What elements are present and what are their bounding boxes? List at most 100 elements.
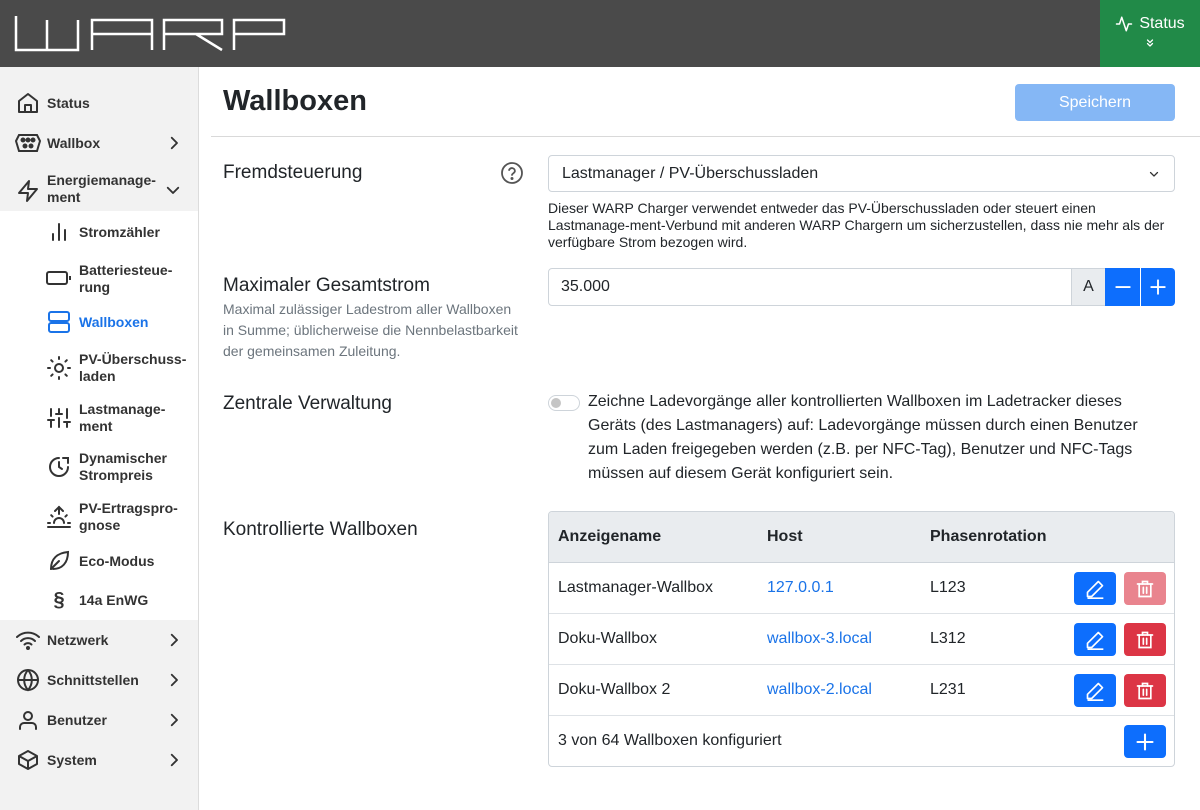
fremdsteuerung-label: Fremdsteuerung [223, 162, 363, 183]
divider [211, 136, 1200, 137]
leaf-icon [46, 548, 72, 574]
edit-button[interactable] [1074, 674, 1116, 707]
sidebar-subitem-label: Stromzähler [79, 224, 160, 240]
increment-button[interactable] [1140, 268, 1175, 306]
wallbox-icon [15, 130, 41, 156]
help-icon[interactable] [500, 161, 524, 185]
plus-icon [1136, 732, 1154, 751]
trash-icon [1136, 580, 1154, 597]
warp-logo [14, 16, 286, 52]
sidebar-subitem-label: Batteriesteue- rung [79, 262, 173, 295]
central-management-switch[interactable] [548, 395, 580, 411]
bar-chart-icon [46, 219, 72, 245]
sidebar-subitem-label: PV-Überschuss- laden [79, 351, 187, 384]
sidebar-subitem-label: 14a EnWG [79, 592, 149, 608]
status-button-label: Status [1139, 15, 1185, 32]
top-bar: Status [0, 0, 1200, 67]
chevrons-down-icon [1146, 39, 1154, 47]
wallbox-rotation: L231 [930, 681, 966, 698]
add-wallbox-button[interactable] [1124, 725, 1166, 758]
sun-icon [46, 355, 72, 381]
wallbox-host-link[interactable]: wallbox-2.local [767, 681, 872, 699]
sidebar: Status Wallbox Energiemanage- ment Strom… [0, 67, 199, 810]
wallbox-host-link[interactable]: 127.0.0.1 [767, 579, 834, 597]
sidebar-item-netzwerk[interactable]: Netzwerk [0, 627, 198, 653]
pencil-icon [1086, 580, 1104, 599]
sidebar-item-status[interactable]: Status [0, 90, 198, 116]
sidebar-item-wallbox[interactable]: Wallbox [0, 130, 198, 156]
wallbox-host-link[interactable]: wallbox-3.local [767, 630, 872, 648]
sidebar-subitem-label: Dynamischer Strompreis [79, 450, 167, 483]
sidebar-subitem-lastmanagement[interactable]: Lastmanage- ment [0, 400, 198, 436]
sidebar-subitem-dynamischer-strompreis[interactable]: Dynamischer Strompreis [0, 449, 198, 485]
wallbox-name: Lastmanager-Wallbox [558, 579, 714, 596]
central-management-text: Zeichne Ladevorgänge aller kontrollierte… [588, 393, 1138, 482]
save-button[interactable]: Speichern [1015, 84, 1175, 121]
column-header: Host [767, 528, 803, 545]
edit-button[interactable] [1074, 623, 1116, 656]
table-row: Doku-Wallbox wallbox-3.local L312 [549, 614, 1174, 665]
edit-button[interactable] [1074, 572, 1116, 605]
sidebar-subitem-pv-ertragsprognose[interactable]: PV-Ertragspro- gnose [0, 499, 198, 535]
wallbox-rotation: L123 [930, 579, 966, 596]
fremdsteuerung-value: Lastmanager / PV-Überschussladen [562, 165, 819, 182]
pencil-icon [1086, 682, 1104, 701]
table-row: Doku-Wallbox 2 wallbox-2.local L231 [549, 665, 1174, 716]
wallbox-rotation: L312 [930, 630, 966, 647]
table-footer: 3 von 64 Wallboxen konfiguriert [549, 716, 1174, 766]
sidebar-item-system[interactable]: System [0, 747, 198, 773]
sidebar-item-label: Status [47, 95, 90, 111]
delete-button[interactable] [1124, 572, 1166, 605]
page-title: Wallboxen [223, 85, 367, 117]
delete-button[interactable] [1124, 674, 1166, 707]
trash-icon [1136, 631, 1154, 648]
chevron-right-icon [170, 633, 178, 647]
box-icon [15, 747, 41, 773]
chevron-down-icon [1149, 171, 1159, 177]
paragraph-icon: § [53, 588, 65, 611]
minus-icon [1114, 286, 1131, 288]
sidebar-subitem-pv-ueberschussladen[interactable]: PV-Überschuss- laden [0, 350, 198, 386]
chevron-right-icon [170, 753, 178, 767]
globe-icon [15, 667, 41, 693]
main-content: Wallboxen Speichern Fremdsteuerung Lastm… [199, 67, 1200, 810]
wallbox-count: 3 von 64 Wallboxen konfiguriert [558, 732, 782, 749]
server-icon [46, 309, 72, 335]
chevron-right-icon [170, 673, 178, 687]
max-current-description: Maximal zulässiger Ladestrom aller Wallb… [223, 301, 518, 359]
table-row: Lastmanager-Wallbox 127.0.0.1 L123 [549, 563, 1174, 614]
sidebar-item-energiemanagement[interactable]: Energiemanage- ment [0, 171, 198, 207]
sidebar-item-schnittstellen[interactable]: Schnittstellen [0, 667, 198, 693]
fremdsteuerung-select[interactable]: Lastmanager / PV-Überschussladen [548, 155, 1175, 192]
sidebar-item-label: Energiemanage- ment [47, 172, 156, 205]
sidebar-subitem-label: Wallboxen [79, 314, 149, 330]
sidebar-item-label: Schnittstellen [47, 672, 139, 688]
chevron-right-icon [170, 713, 178, 727]
home-icon [15, 90, 41, 116]
switch-knob [551, 398, 561, 408]
column-header: Anzeigename [558, 528, 662, 545]
sidebar-subitem-eco-modus[interactable]: Eco-Modus [0, 548, 198, 574]
sidebar-subitem-label: Lastmanage- ment [79, 401, 166, 434]
pencil-icon [1086, 631, 1104, 650]
energy-bolt-icon [15, 178, 41, 204]
status-button[interactable]: Status [1100, 0, 1200, 67]
sliders-icon [46, 405, 72, 431]
plus-icon [1150, 279, 1166, 295]
sidebar-subitem-14a-enwg[interactable]: § 14a EnWG [0, 587, 198, 613]
max-current-input[interactable] [548, 268, 1072, 306]
chevron-down-icon [166, 186, 180, 194]
unit-label: A [1071, 268, 1106, 306]
sidebar-subitem-stromzaehler[interactable]: Stromzähler [0, 219, 198, 245]
sidebar-item-benutzer[interactable]: Benutzer [0, 707, 198, 733]
sidebar-item-label: Netzwerk [47, 632, 109, 648]
wallbox-name: Doku-Wallbox 2 [558, 681, 671, 698]
decrement-button[interactable] [1105, 268, 1140, 306]
sidebar-item-label: Benutzer [47, 712, 107, 728]
user-icon [15, 707, 41, 733]
chevron-right-icon [170, 136, 178, 150]
wallboxes-table: Anzeigename Host Phasenrotation Lastmana… [548, 511, 1175, 767]
delete-button[interactable] [1124, 623, 1166, 656]
sidebar-subitem-batteriesteuerung[interactable]: Batteriesteue- rung [0, 261, 198, 297]
sidebar-subitem-wallboxen[interactable]: Wallboxen [0, 309, 198, 335]
